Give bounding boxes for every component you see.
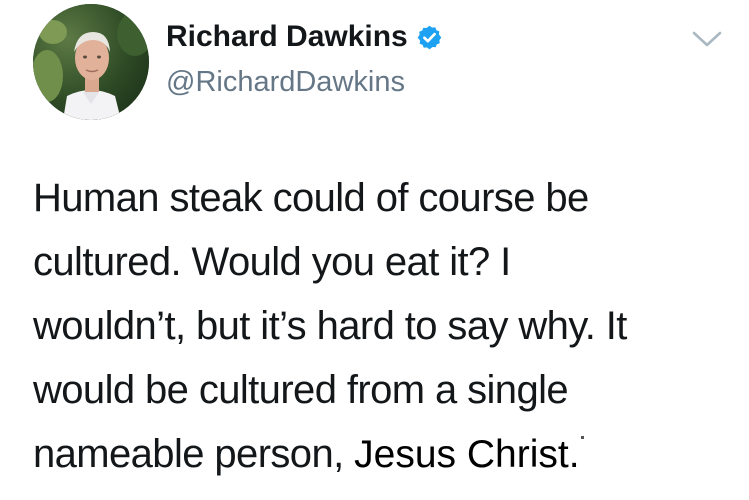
verified-badge-icon bbox=[416, 24, 443, 51]
chevron-down-icon[interactable] bbox=[690, 26, 724, 52]
edited-overlay-text: Jesus Christ. bbox=[354, 433, 580, 476]
tweet-line-2: cultured. Would you eat it? I bbox=[33, 240, 511, 284]
author-handle[interactable]: @RichardDawkins bbox=[166, 60, 443, 104]
author-display-name[interactable]: Richard Dawkins bbox=[166, 15, 408, 59]
name-row: Richard Dawkins bbox=[166, 15, 443, 59]
tweet-card: Richard Dawkins @RichardDawkins Human st… bbox=[0, 0, 749, 500]
tweet-line-1: Human steak could of course be bbox=[33, 176, 589, 220]
author-block: Richard Dawkins @RichardDawkins bbox=[166, 15, 443, 104]
tweet-text: Human steak could of course be cultured.… bbox=[33, 166, 733, 487]
tweet-line-5: nameable person, Jesus Christ. bbox=[33, 422, 733, 487]
stray-mark bbox=[580, 436, 584, 439]
tweet-line-3: wouldn’t, but it’s hard to say why. It bbox=[33, 304, 627, 348]
author-avatar[interactable] bbox=[33, 4, 149, 120]
tweet-line-5-text: nameable person, bbox=[33, 432, 355, 476]
avatar-photo bbox=[33, 4, 149, 120]
tweet-line-4: would be cultured from a single bbox=[33, 368, 569, 412]
